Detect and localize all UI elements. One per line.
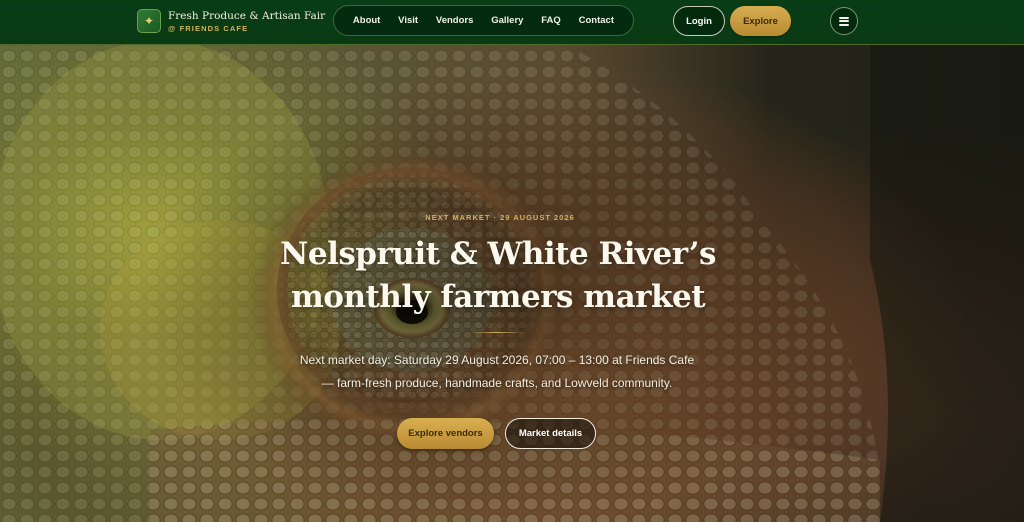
login-button[interactable]: Login bbox=[673, 6, 725, 36]
hero-headline-line2: monthly farmers market bbox=[290, 279, 706, 315]
nav-link-visit[interactable]: Visit bbox=[398, 15, 418, 26]
hero-headline: Nelspruit & White River’s monthly farmer… bbox=[0, 233, 996, 319]
brand-logo-link[interactable]: ✦ Fresh Produce & Artisan Fair @ FRIENDS… bbox=[137, 9, 325, 33]
hero-section: NEXT MARKET · 29 AUGUST 2026 Nelspruit &… bbox=[0, 0, 1024, 522]
nav-link-gallery[interactable]: Gallery bbox=[491, 15, 523, 26]
hamburger-menu-icon bbox=[839, 16, 849, 26]
market-details-button[interactable]: Market details bbox=[505, 418, 596, 449]
nav-link-vendors[interactable]: Vendors bbox=[436, 15, 474, 26]
nav-link-about[interactable]: About bbox=[353, 15, 380, 26]
nav-link-faq[interactable]: FAQ bbox=[541, 15, 561, 26]
menu-button[interactable] bbox=[830, 7, 858, 35]
brand-text: Fresh Produce & Artisan Fair @ FRIENDS C… bbox=[168, 10, 325, 33]
explore-button[interactable]: Explore bbox=[730, 6, 791, 36]
hero-description: Next market day: Saturday 29 August 2026… bbox=[262, 349, 732, 395]
site-header: ✦ Fresh Produce & Artisan Fair @ FRIENDS… bbox=[0, 0, 1024, 45]
nav-link-contact[interactable]: Contact bbox=[579, 15, 614, 26]
explore-vendors-button[interactable]: Explore vendors bbox=[397, 418, 494, 449]
hero-headline-line1: Nelspruit & White River’s bbox=[280, 236, 716, 272]
main-nav: About Visit Vendors Gallery FAQ Contact bbox=[333, 5, 634, 36]
brand-title: Fresh Produce & Artisan Fair bbox=[168, 9, 326, 22]
hero-description-line1: Next market day: Saturday 29 August 2026… bbox=[299, 353, 695, 367]
hero-eyebrow: NEXT MARKET · 29 AUGUST 2026 bbox=[425, 213, 575, 222]
hero-divider bbox=[469, 332, 525, 333]
sparkle-icon: ✦ bbox=[137, 9, 161, 33]
hero-description-line2: — farm-fresh produce, handmade crafts, a… bbox=[321, 376, 673, 390]
brand-subtitle: @ FRIENDS CAFE bbox=[168, 24, 249, 33]
